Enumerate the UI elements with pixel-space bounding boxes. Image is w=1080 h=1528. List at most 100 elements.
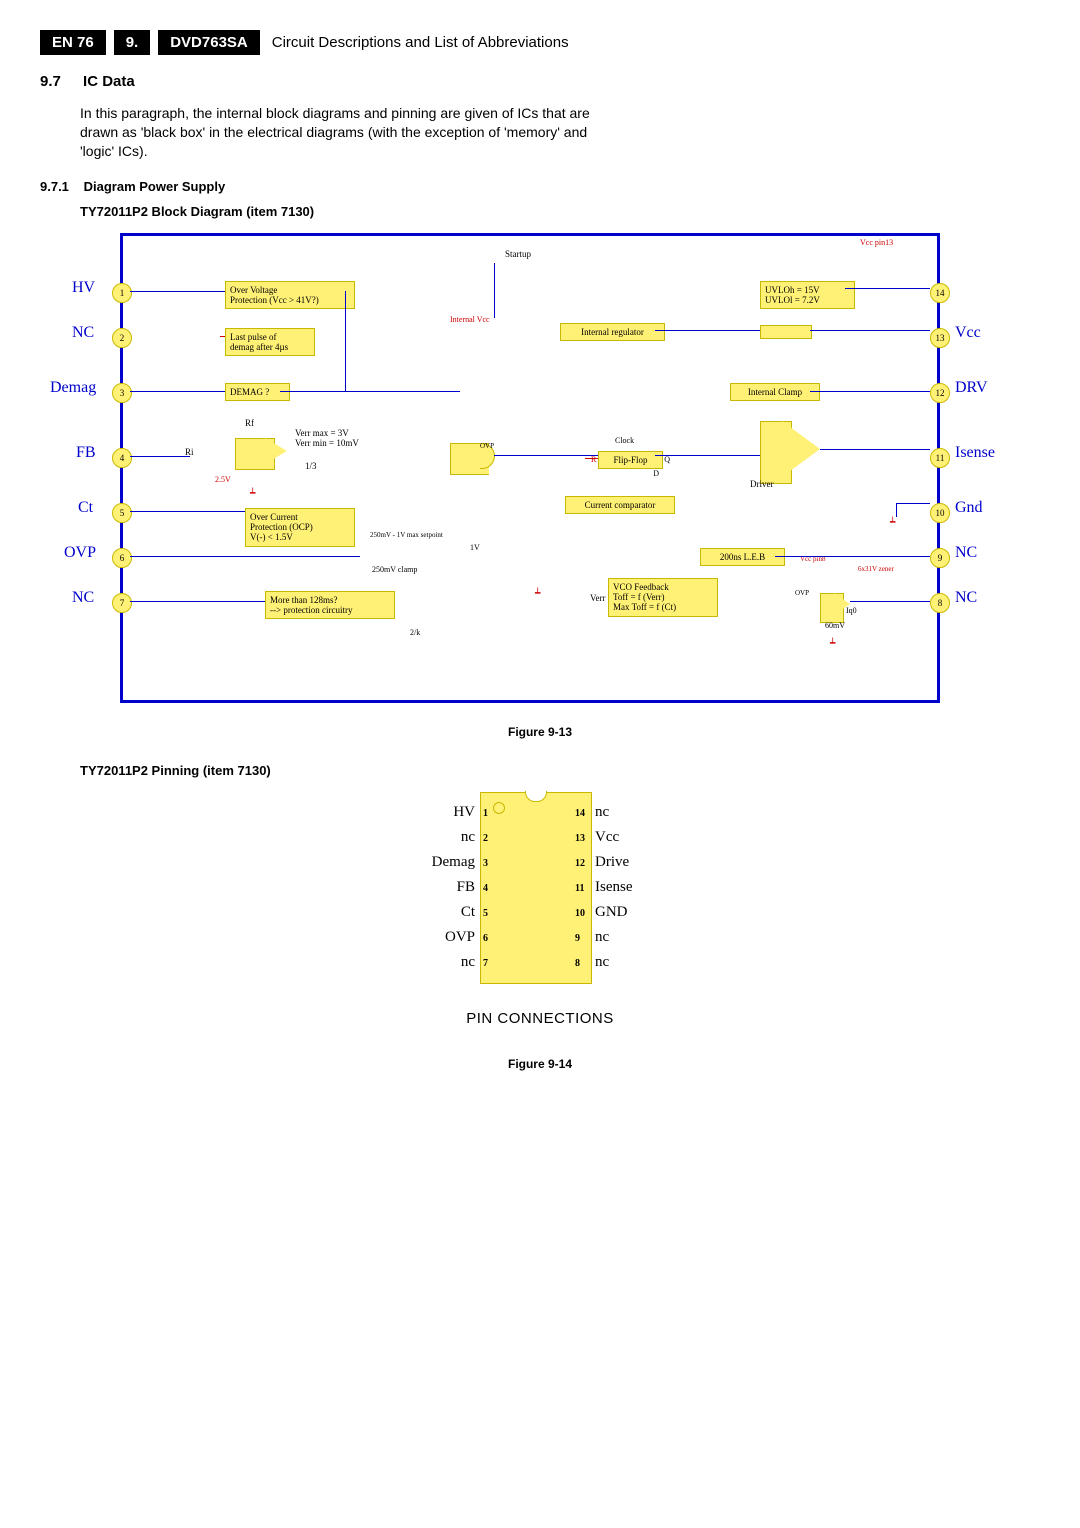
subsection-heading: 9.7.1 Diagram Power Supply xyxy=(40,179,1040,194)
pin-7-label: NC xyxy=(72,589,94,607)
pin-13: 13 xyxy=(930,328,950,348)
wire-red xyxy=(220,336,225,337)
v25-label: 2.5V xyxy=(215,475,231,484)
wire xyxy=(655,455,760,456)
pin-13-label: Vcc xyxy=(955,324,981,342)
ff-r-label: R xyxy=(591,455,596,464)
pin-1: 1 xyxy=(112,283,132,303)
sixtymv-label: 60mV xyxy=(825,621,845,630)
section-heading: 9.7 IC Data xyxy=(40,73,1040,90)
pin-number: 12 xyxy=(575,858,585,869)
pin-8-label: NC xyxy=(955,589,977,607)
wire xyxy=(130,511,245,512)
pin-label: Drive xyxy=(595,854,629,871)
pin-label: Ct xyxy=(430,904,475,921)
ground-icon: ┷ xyxy=(890,517,895,528)
wire xyxy=(850,601,930,602)
wire xyxy=(845,288,930,289)
pin-12: 12 xyxy=(930,383,950,403)
iq0-label: Iq0 xyxy=(846,606,857,615)
pin-11: 11 xyxy=(930,448,950,468)
wire xyxy=(896,503,897,517)
pin-label: nc xyxy=(595,929,609,946)
pin-label: nc xyxy=(595,954,609,971)
switch-box xyxy=(760,325,812,339)
verr-label: Verr xyxy=(590,593,606,603)
pin-number: 1 xyxy=(483,808,488,819)
wire xyxy=(820,449,930,450)
pin-number: 14 xyxy=(575,808,585,819)
wire xyxy=(896,503,930,504)
block-diagram: 1 HV 2 NC 3 Demag 4 FB 5 Ct 6 OVP 7 NC 1… xyxy=(60,233,940,713)
wire xyxy=(130,391,225,392)
setpoint-label: 250mV - 1V max setpoint xyxy=(370,531,443,539)
wire xyxy=(775,556,930,557)
wire xyxy=(494,455,598,456)
ff-q-label: Q xyxy=(664,455,670,464)
vcc-pin13-label: Vcc pin13 xyxy=(860,238,893,247)
clamp250-label: 250mV clamp xyxy=(372,565,417,574)
pin-2: 2 xyxy=(112,328,132,348)
wire xyxy=(130,556,360,557)
pin-connections-caption: PIN CONNECTIONS xyxy=(40,1010,1040,1027)
pin-label: OVP xyxy=(420,929,475,946)
pin-label: FB xyxy=(430,879,475,896)
uvlo-box: UVLOh = 15V UVLOl = 7.2V xyxy=(760,281,855,310)
pin-14: 14 xyxy=(930,283,950,303)
figure-2-caption: Figure 9-14 xyxy=(40,1057,1040,1071)
vco-box: VCO Feedback Toff = f (Verr) Max Toff = … xyxy=(608,578,718,617)
internal-regulator-box: Internal regulator xyxy=(560,323,665,341)
figure-1-caption: Figure 9-13 xyxy=(40,725,1040,739)
wire xyxy=(130,456,190,457)
pin-number: 13 xyxy=(575,833,585,844)
pin-number: 10 xyxy=(575,908,585,919)
wire xyxy=(655,330,760,331)
pin-5-label: Ct xyxy=(78,499,93,517)
pinning-diagram-title: TY72011P2 Pinning (item 7130) xyxy=(80,763,1040,778)
pin-10: 10 xyxy=(930,503,950,523)
pin-12-label: DRV xyxy=(955,379,988,397)
subsection-number: 9.7.1 xyxy=(40,179,80,194)
pinning-diagram: HV 1 nc 2 Demag 3 FB 4 Ct 5 OVP 6 nc 7 1… xyxy=(375,792,705,1002)
driver-label: Driver xyxy=(750,479,774,489)
lastpulse-box: Last pulse of demag after 4µs xyxy=(225,328,315,357)
pin-number: 3 xyxy=(483,858,488,869)
pin-label: nc xyxy=(430,829,475,846)
startup-label: Startup xyxy=(505,249,531,259)
model-number: DVD763SA xyxy=(158,30,260,55)
pin-label: Demag xyxy=(410,854,475,871)
verr-range: Verr max = 3V Verr min = 10mV xyxy=(295,428,359,448)
driver-triangle xyxy=(782,421,820,477)
pin-11-label: Isense xyxy=(955,444,995,462)
pin-7: 7 xyxy=(112,593,132,613)
pin-9-label: NC xyxy=(955,544,977,562)
ground-icon: ┷ xyxy=(830,638,835,649)
wire xyxy=(130,601,265,602)
chapter-number: 9. xyxy=(114,30,151,55)
pin-number: 4 xyxy=(483,883,488,894)
protection-box: More than 128ms? --> protection circuitr… xyxy=(265,591,395,620)
chapter-title: Circuit Descriptions and List of Abbrevi… xyxy=(260,30,581,55)
wire xyxy=(494,263,495,318)
page-header: EN 76 9. DVD763SA Circuit Descriptions a… xyxy=(40,30,1040,55)
subsection-title: Diagram Power Supply xyxy=(84,179,226,194)
ovp-box: Over Voltage Protection (Vcc > 41V?) xyxy=(225,281,355,310)
pin-label: Vcc xyxy=(595,829,619,846)
pin-5: 5 xyxy=(112,503,132,523)
leb-box: 200ns L.E.B xyxy=(700,548,785,566)
pin-number: 6 xyxy=(483,933,488,944)
pin-number: 2 xyxy=(483,833,488,844)
pin-8: 8 xyxy=(930,593,950,613)
pin-1-label: HV xyxy=(72,279,95,297)
ovp-abbr-2: OVP xyxy=(795,589,809,597)
ocp-box: Over Current Protection (OCP) V(-) < 1.5… xyxy=(245,508,355,547)
ground-icon: ┷ xyxy=(535,588,540,599)
block-diagram-title: TY72011P2 Block Diagram (item 7130) xyxy=(80,204,1040,219)
pin-number: 9 xyxy=(575,933,580,944)
demag-box: DEMAG ? xyxy=(225,383,290,401)
current-comparator-box: Current comparator xyxy=(565,496,675,514)
internal-clamp-box: Internal Clamp xyxy=(730,383,820,401)
section-title: IC Data xyxy=(83,73,135,90)
zener-label: 6x31V zener xyxy=(858,565,894,573)
pin-3: 3 xyxy=(112,383,132,403)
